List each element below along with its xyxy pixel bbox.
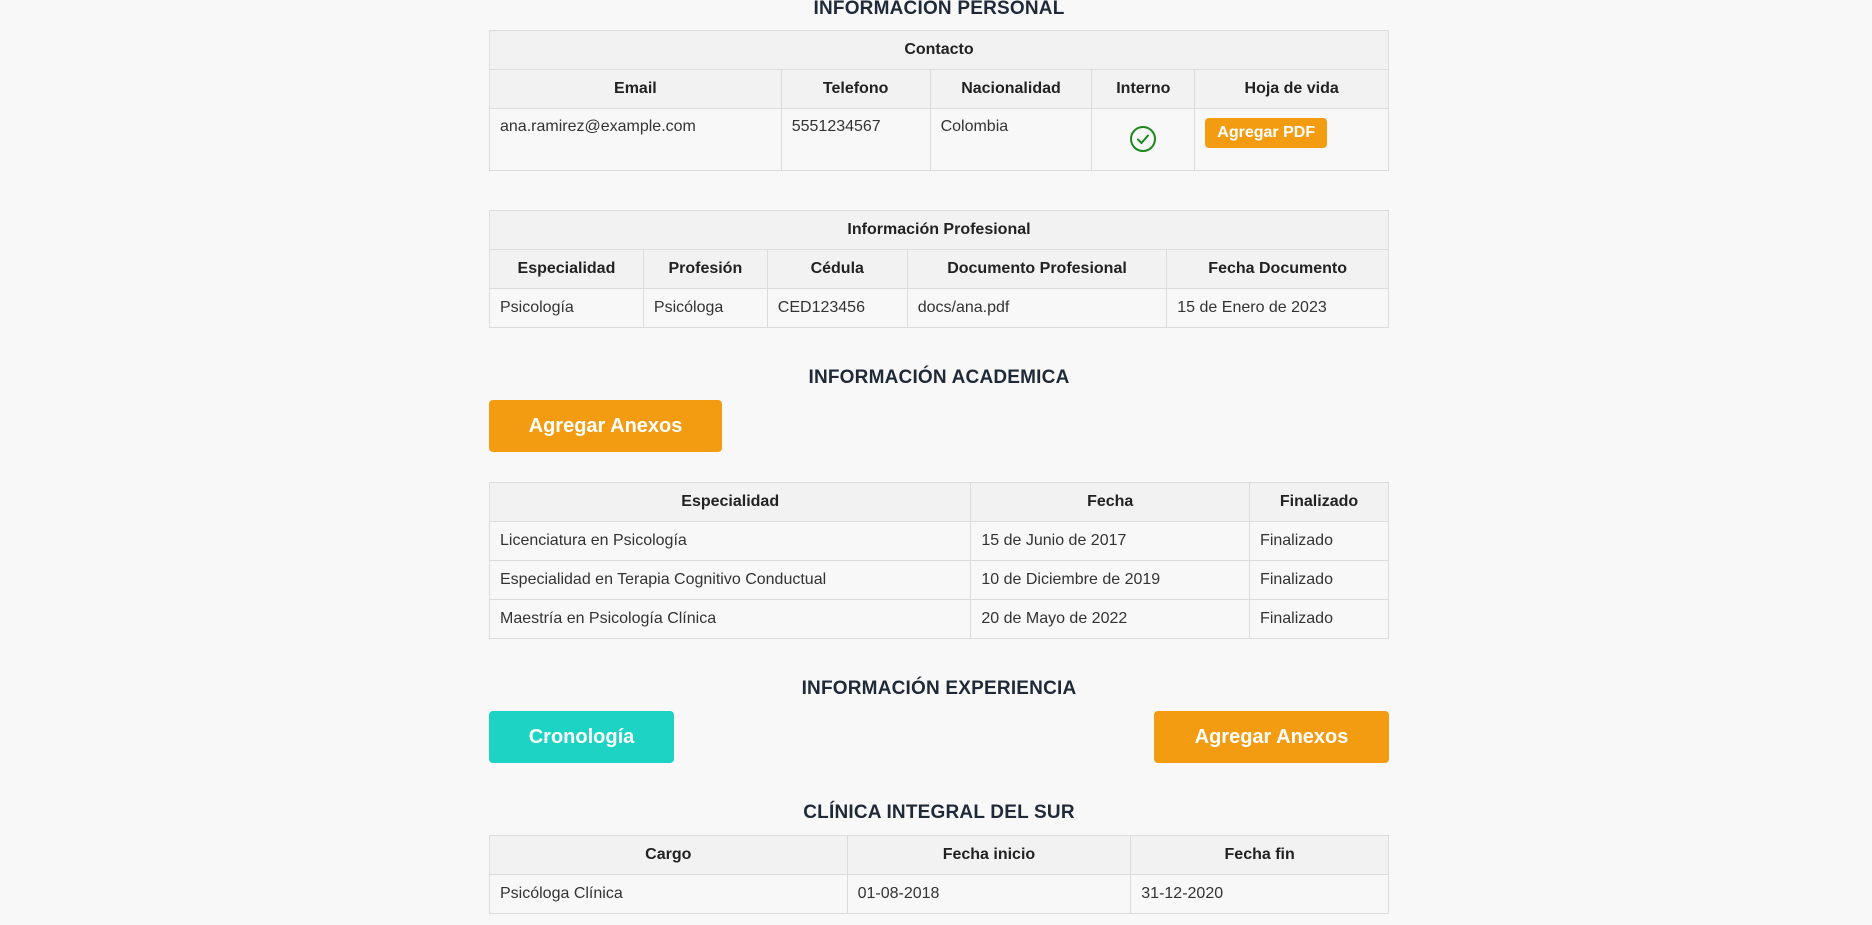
column-header: Fecha Documento [1166, 249, 1389, 289]
table-row: ana.ramirez@example.com 5551234567 Colom… [489, 108, 1389, 171]
phone-cell: 5551234567 [780, 108, 931, 171]
column-header: Finalizado [1249, 482, 1389, 522]
timeline-button[interactable]: Cronología [489, 711, 674, 763]
column-header: Cargo [489, 835, 848, 875]
column-header: Fecha fin [1130, 835, 1389, 875]
column-header: Profesión [642, 249, 768, 289]
table-cell: 01-08-2018 [846, 874, 1132, 914]
table-row: Maestría en Psicología Clínica 20 de May… [488, 599, 1389, 639]
table-row: Psicóloga Clínica 01-08-2018 31-12-2020 [489, 874, 1389, 914]
personal-section-title: INFORMACIÓN PERSONAL [813, 0, 1065, 19]
nationality-cell: Colombia [929, 108, 1093, 171]
company-title: CLÍNICA INTEGRAL DEL SUR [803, 802, 1075, 823]
add-pdf-button[interactable]: Agregar PDF [1205, 118, 1328, 148]
table-cell: Psicología [489, 288, 644, 328]
column-header: Email [489, 69, 782, 109]
table-cell: 10 de Diciembre de 2019 [970, 560, 1251, 600]
email-cell: ana.ramirez@example.com [489, 108, 782, 171]
column-header: Documento Profesional [906, 249, 1168, 289]
table-cell: CED123456 [766, 288, 908, 328]
table-cell: docs/ana.pdf [906, 288, 1168, 328]
contact-table: Contacto Email Telefono Nacionalidad Int… [489, 30, 1389, 171]
table-row: Psicología Psicóloga CED123456 docs/ana.… [489, 288, 1389, 328]
table-cell: Finalizado [1249, 560, 1389, 600]
column-header: Interno [1091, 69, 1196, 109]
academic-table: Especialidad Fecha Finalizado Licenciatu… [488, 482, 1389, 639]
table-caption-row: Contacto [489, 30, 1389, 70]
table-row: Licenciatura en Psicología 15 de Junio d… [488, 521, 1389, 561]
table-cell: 20 de Mayo de 2022 [970, 599, 1251, 639]
column-header: Especialidad [488, 482, 972, 522]
cv-cell: Agregar PDF [1194, 108, 1389, 171]
column-header: Cédula [766, 249, 908, 289]
table-header-row: Cargo Fecha inicio Fecha fin [489, 835, 1389, 875]
table-header-row: Email Telefono Nacionalidad Interno Hoja… [489, 69, 1389, 109]
table-cell: 15 de Enero de 2023 [1166, 288, 1389, 328]
academic-section-title: INFORMACIÓN ACADEMICA [808, 367, 1070, 388]
table-cell: Especialidad en Terapia Cognitivo Conduc… [488, 560, 972, 600]
column-header: Nacionalidad [929, 69, 1093, 109]
professional-table: Información Profesional Especialidad Pro… [489, 210, 1389, 328]
add-experience-annex-button[interactable]: Agregar Anexos [1154, 711, 1389, 763]
column-header: Hoja de vida [1194, 69, 1389, 109]
table-cell: Licenciatura en Psicología [488, 521, 972, 561]
add-academic-annex-button[interactable]: Agregar Anexos [489, 400, 722, 452]
table-row: Especialidad en Terapia Cognitivo Conduc… [488, 560, 1389, 600]
table-cell: Maestría en Psicología Clínica [488, 599, 972, 639]
table-cell: 31-12-2020 [1130, 874, 1389, 914]
table-header-row: Especialidad Profesión Cédula Documento … [489, 249, 1389, 289]
table-cell: Psicóloga [642, 288, 768, 328]
experience-section-title: INFORMACIÓN EXPERIENCIA [801, 678, 1077, 699]
table-header-row: Especialidad Fecha Finalizado [488, 482, 1389, 522]
table-cell: Finalizado [1249, 599, 1389, 639]
column-header: Especialidad [489, 249, 644, 289]
experience-table: Cargo Fecha inicio Fecha fin Psicóloga C… [489, 835, 1389, 914]
table-cell: Finalizado [1249, 521, 1389, 561]
contact-caption: Contacto [489, 30, 1389, 70]
professional-caption: Información Profesional [489, 210, 1389, 250]
column-header: Fecha [970, 482, 1251, 522]
table-cell: Psicóloga Clínica [489, 874, 848, 914]
column-header: Fecha inicio [846, 835, 1132, 875]
internal-cell [1091, 108, 1196, 171]
column-header: Telefono [780, 69, 931, 109]
table-cell: 15 de Junio de 2017 [970, 521, 1251, 561]
check-circle-icon [1130, 126, 1157, 152]
table-caption-row: Información Profesional [489, 210, 1389, 250]
